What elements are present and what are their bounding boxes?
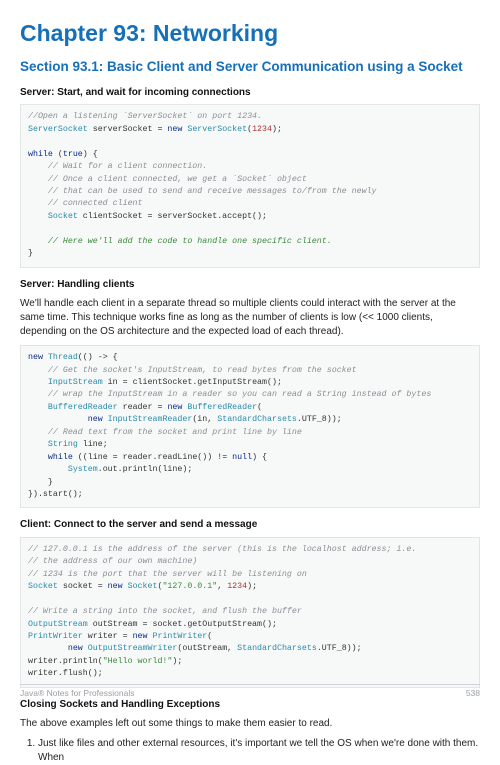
ordered-list: Just like files and other external resou… [38,737,480,765]
list-item: Just like files and other external resou… [38,737,480,765]
subheading-server-handling: Server: Handling clients [20,278,480,292]
subheading-client-connect: Client: Connect to the server and send a… [20,518,480,532]
chapter-title: Chapter 93: Networking [20,18,480,49]
code-block-server-handling: new Thread(() -> { // Get the socket's I… [20,345,480,508]
subheading-server-start: Server: Start, and wait for incoming con… [20,86,480,100]
code-block-client: // 127.0.0.1 is the address of the serve… [20,537,480,688]
subheading-closing-sockets: Closing Sockets and Handling Exceptions [20,698,480,712]
code-block-server-start: //Open a listening `ServerSocket` on por… [20,104,480,267]
paragraph-handling-clients: We'll handle each client in a separate t… [20,297,480,339]
page-footer: Java® Notes for Professionals 538 [20,684,480,699]
paragraph-closing: The above examples left out some things … [20,717,480,731]
footer-left: Java® Notes for Professionals [20,688,134,699]
section-title: Section 93.1: Basic Client and Server Co… [20,59,480,76]
footer-page-number: 538 [466,688,480,699]
